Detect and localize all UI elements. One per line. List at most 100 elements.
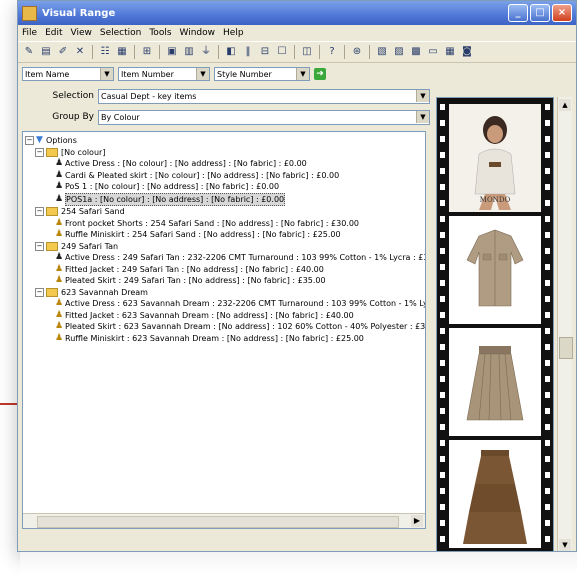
scroll-up-icon[interactable]: ▲ bbox=[559, 99, 571, 111]
chevron-down-icon[interactable]: ▼ bbox=[100, 68, 113, 80]
maximize-button[interactable]: □ bbox=[530, 4, 550, 22]
tree-group[interactable]: − 254 Safari Sand bbox=[25, 206, 423, 218]
list-view-icon[interactable]: ▦ bbox=[115, 45, 129, 59]
tree-group[interactable]: − [No colour] bbox=[25, 147, 423, 159]
chevron-down-icon[interactable]: ▼ bbox=[416, 111, 429, 123]
collapse-icon[interactable]: − bbox=[35, 147, 44, 157]
collapse-icon[interactable]: − bbox=[35, 207, 44, 217]
folder-icon[interactable]: ▭ bbox=[426, 45, 440, 59]
menu-view[interactable]: View bbox=[71, 28, 92, 38]
menu-help[interactable]: Help bbox=[223, 28, 244, 38]
help-icon[interactable]: ? bbox=[325, 45, 339, 59]
sprocket-hole bbox=[545, 120, 550, 126]
tree-item-selected[interactable]: ♟ POS1a : [No colour] : [No address] : [N… bbox=[25, 192, 423, 206]
title-bar[interactable]: Visual Range _ □ × bbox=[18, 1, 576, 25]
tree-group[interactable]: − 249 Safari Tan bbox=[25, 241, 423, 253]
tree-item[interactable]: ♟ Pleated Skirt : 623 Savannah Dream : [N… bbox=[25, 321, 425, 333]
tree-item[interactable]: ♟ Ruffle Miniskirt : 623 Savannah Dream :… bbox=[25, 333, 423, 345]
tree-item[interactable]: ♟ Pleated Skirt : 249 Safari Tan : [No ad… bbox=[25, 275, 423, 287]
folder-icon bbox=[46, 147, 58, 157]
edit-icon[interactable]: ✐ bbox=[56, 45, 70, 59]
menu-edit[interactable]: Edit bbox=[45, 28, 62, 38]
tree-group-label: [No colour] bbox=[61, 147, 106, 157]
menu-file[interactable]: File bbox=[22, 28, 37, 38]
new-icon[interactable]: ✎ bbox=[22, 45, 36, 59]
tree-item[interactable]: ♟ Fitted Jacket : 249 Safari Tan : [No ad… bbox=[25, 264, 423, 276]
hierarchy-icon[interactable]: ⊞ bbox=[140, 45, 154, 59]
scrollbar-thumb[interactable] bbox=[37, 516, 399, 528]
left-pane: Selection Casual Dept - key items ▼ Grou… bbox=[22, 87, 430, 547]
menu-selection[interactable]: Selection bbox=[100, 28, 141, 38]
columns-icon[interactable]: ‖ bbox=[241, 45, 255, 59]
frame-icon[interactable]: ☐ bbox=[275, 45, 289, 59]
window-icon[interactable]: ◫ bbox=[300, 45, 314, 59]
garment-icon: ♟ bbox=[55, 275, 64, 285]
options-tree[interactable]: − ▼ Options − [No colour] ♟ Active Dress … bbox=[22, 131, 426, 529]
item-name-combo[interactable]: Item Name ▼ bbox=[22, 67, 114, 81]
ruffle-skirt-photo[interactable] bbox=[449, 440, 541, 548]
minimize-button[interactable]: _ bbox=[508, 4, 528, 22]
chevron-down-icon[interactable]: ▼ bbox=[416, 90, 429, 102]
tree-group-label: 623 Savannah Dream bbox=[61, 287, 148, 297]
scrollbar-thumb[interactable] bbox=[559, 337, 573, 359]
menu-window[interactable]: Window bbox=[180, 28, 216, 38]
split-icon[interactable]: ⊟ bbox=[258, 45, 272, 59]
collapse-icon[interactable]: − bbox=[35, 241, 44, 251]
collapse-icon[interactable]: − bbox=[35, 287, 44, 297]
group-edit-icon[interactable]: ▥ bbox=[182, 45, 196, 59]
delete-icon[interactable]: ✕ bbox=[73, 45, 87, 59]
selection-combo[interactable]: Casual Dept - key items ▼ bbox=[98, 88, 430, 104]
tree-item-label: POS1a : [No colour] : [No address] : [No… bbox=[65, 192, 286, 206]
tree-item-label: Active Dress : 249 Safari Tan : 232-2206… bbox=[65, 253, 426, 262]
vertical-scrollbar[interactable]: ▲ ▼ bbox=[557, 97, 573, 551]
chevron-down-icon[interactable]: ▼ bbox=[196, 68, 209, 80]
camera-icon[interactable]: ◙ bbox=[460, 45, 474, 59]
sprocket-hole bbox=[440, 440, 445, 446]
tree-item[interactable]: ♟ Active Dress : 249 Safari Tan : 232-220… bbox=[25, 252, 426, 264]
tree-item[interactable]: ♟ PoS 1 : [No colour] : [No address] : [N… bbox=[25, 181, 423, 193]
tree-item-label: Ruffle Miniskirt : 623 Savannah Dream : … bbox=[65, 333, 364, 343]
report-icon[interactable]: ▧ bbox=[375, 45, 389, 59]
chart-icon[interactable]: ▩ bbox=[409, 45, 423, 59]
group-by-combo-value: By Colour bbox=[101, 112, 140, 122]
close-button[interactable]: × bbox=[552, 4, 572, 22]
open-icon[interactable]: ▤ bbox=[39, 45, 53, 59]
scroll-right-icon[interactable]: ▶ bbox=[411, 515, 423, 527]
sprocket-hole bbox=[545, 280, 550, 286]
style-number-combo[interactable]: Style Number ▼ bbox=[214, 67, 310, 81]
pleated-skirt-photo[interactable] bbox=[449, 328, 541, 436]
settings-icon[interactable]: ▦ bbox=[443, 45, 457, 59]
export-icon[interactable]: ▨ bbox=[392, 45, 406, 59]
tree-group[interactable]: − 623 Savannah Dream bbox=[25, 287, 423, 299]
folder-icon bbox=[46, 207, 58, 217]
tree-view-icon[interactable]: ☷ bbox=[98, 45, 112, 59]
sprocket-hole bbox=[545, 440, 550, 446]
tree-item-label: Cardi & Pleated skirt : [No colour] : [N… bbox=[65, 170, 340, 180]
tree-item[interactable]: ♟ Front pocket Shorts : 254 Safari Sand :… bbox=[25, 218, 423, 230]
reflection bbox=[20, 552, 577, 575]
scroll-down-icon[interactable]: ▼ bbox=[559, 539, 571, 551]
group-icon[interactable]: ▣ bbox=[165, 45, 179, 59]
tree-item[interactable]: ♟ Ruffle Miniskirt : 254 Safari Sand : [N… bbox=[25, 229, 423, 241]
tree-item[interactable]: ♟ Cardi & Pleated skirt : [No colour] : [… bbox=[25, 170, 423, 182]
model-photo[interactable]: MONDO bbox=[449, 104, 541, 212]
collapse-icon[interactable]: − bbox=[25, 136, 34, 146]
item-number-combo[interactable]: Item Number ▼ bbox=[118, 67, 210, 81]
sprocket-hole bbox=[545, 344, 550, 350]
layout-icon[interactable]: ◧ bbox=[224, 45, 238, 59]
binoculars-icon[interactable]: ⊛ bbox=[350, 45, 364, 59]
group-by-combo[interactable]: By Colour ▼ bbox=[98, 109, 430, 125]
horizontal-scrollbar[interactable]: ▶ bbox=[23, 513, 425, 528]
jacket-photo[interactable] bbox=[449, 216, 541, 324]
chevron-down-icon[interactable]: ▼ bbox=[296, 68, 309, 80]
selection-combo-value: Casual Dept - key items bbox=[101, 91, 197, 101]
window-title: Visual Range bbox=[42, 7, 116, 19]
filter-icon[interactable]: ⏚ bbox=[199, 45, 213, 59]
tree-root[interactable]: − ▼ Options bbox=[25, 135, 423, 147]
tree-item[interactable]: ♟ Fitted Jacket : 623 Savannah Dream : [N… bbox=[25, 310, 423, 322]
tree-item[interactable]: ♟ Active Dress : [No colour] : [No addres… bbox=[25, 158, 423, 170]
go-arrow-icon[interactable]: ➜ bbox=[314, 68, 326, 80]
menu-tools[interactable]: Tools bbox=[149, 28, 171, 38]
sprocket-hole bbox=[545, 264, 550, 270]
tree-item[interactable]: ♟ Active Dress : 623 Savannah Dream : 232… bbox=[25, 298, 425, 310]
